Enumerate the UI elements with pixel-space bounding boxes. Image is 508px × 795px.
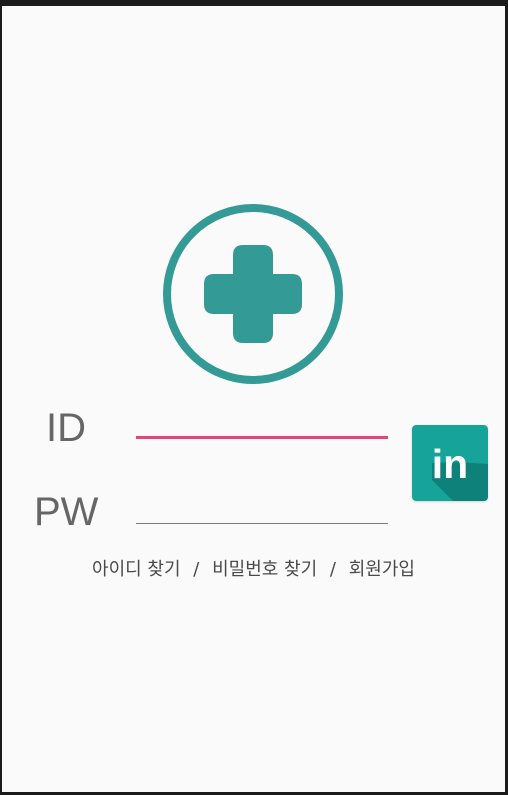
linkedin-login-button[interactable]: in xyxy=(412,425,488,501)
find-password-link[interactable]: 비밀번호 찾기 xyxy=(212,558,317,582)
link-separator: / xyxy=(329,559,336,580)
id-label: ID xyxy=(46,406,86,450)
pw-label: PW xyxy=(34,490,99,534)
linkedin-icon: in xyxy=(412,425,488,501)
account-links: 아이디 찾기 / 비밀번호 찾기 / 회원가입 xyxy=(2,558,505,582)
login-screen: ID PW in 아이디 찾기 / 비밀번호 찾기 / 회원가입 xyxy=(2,6,505,792)
find-id-link[interactable]: 아이디 찾기 xyxy=(92,558,181,582)
signup-link[interactable]: 회원가입 xyxy=(349,558,415,582)
id-input[interactable] xyxy=(136,411,388,439)
password-input[interactable] xyxy=(136,496,388,524)
link-separator: / xyxy=(193,559,200,580)
linkedin-text: in xyxy=(432,441,468,487)
medical-cross-icon xyxy=(161,202,345,386)
